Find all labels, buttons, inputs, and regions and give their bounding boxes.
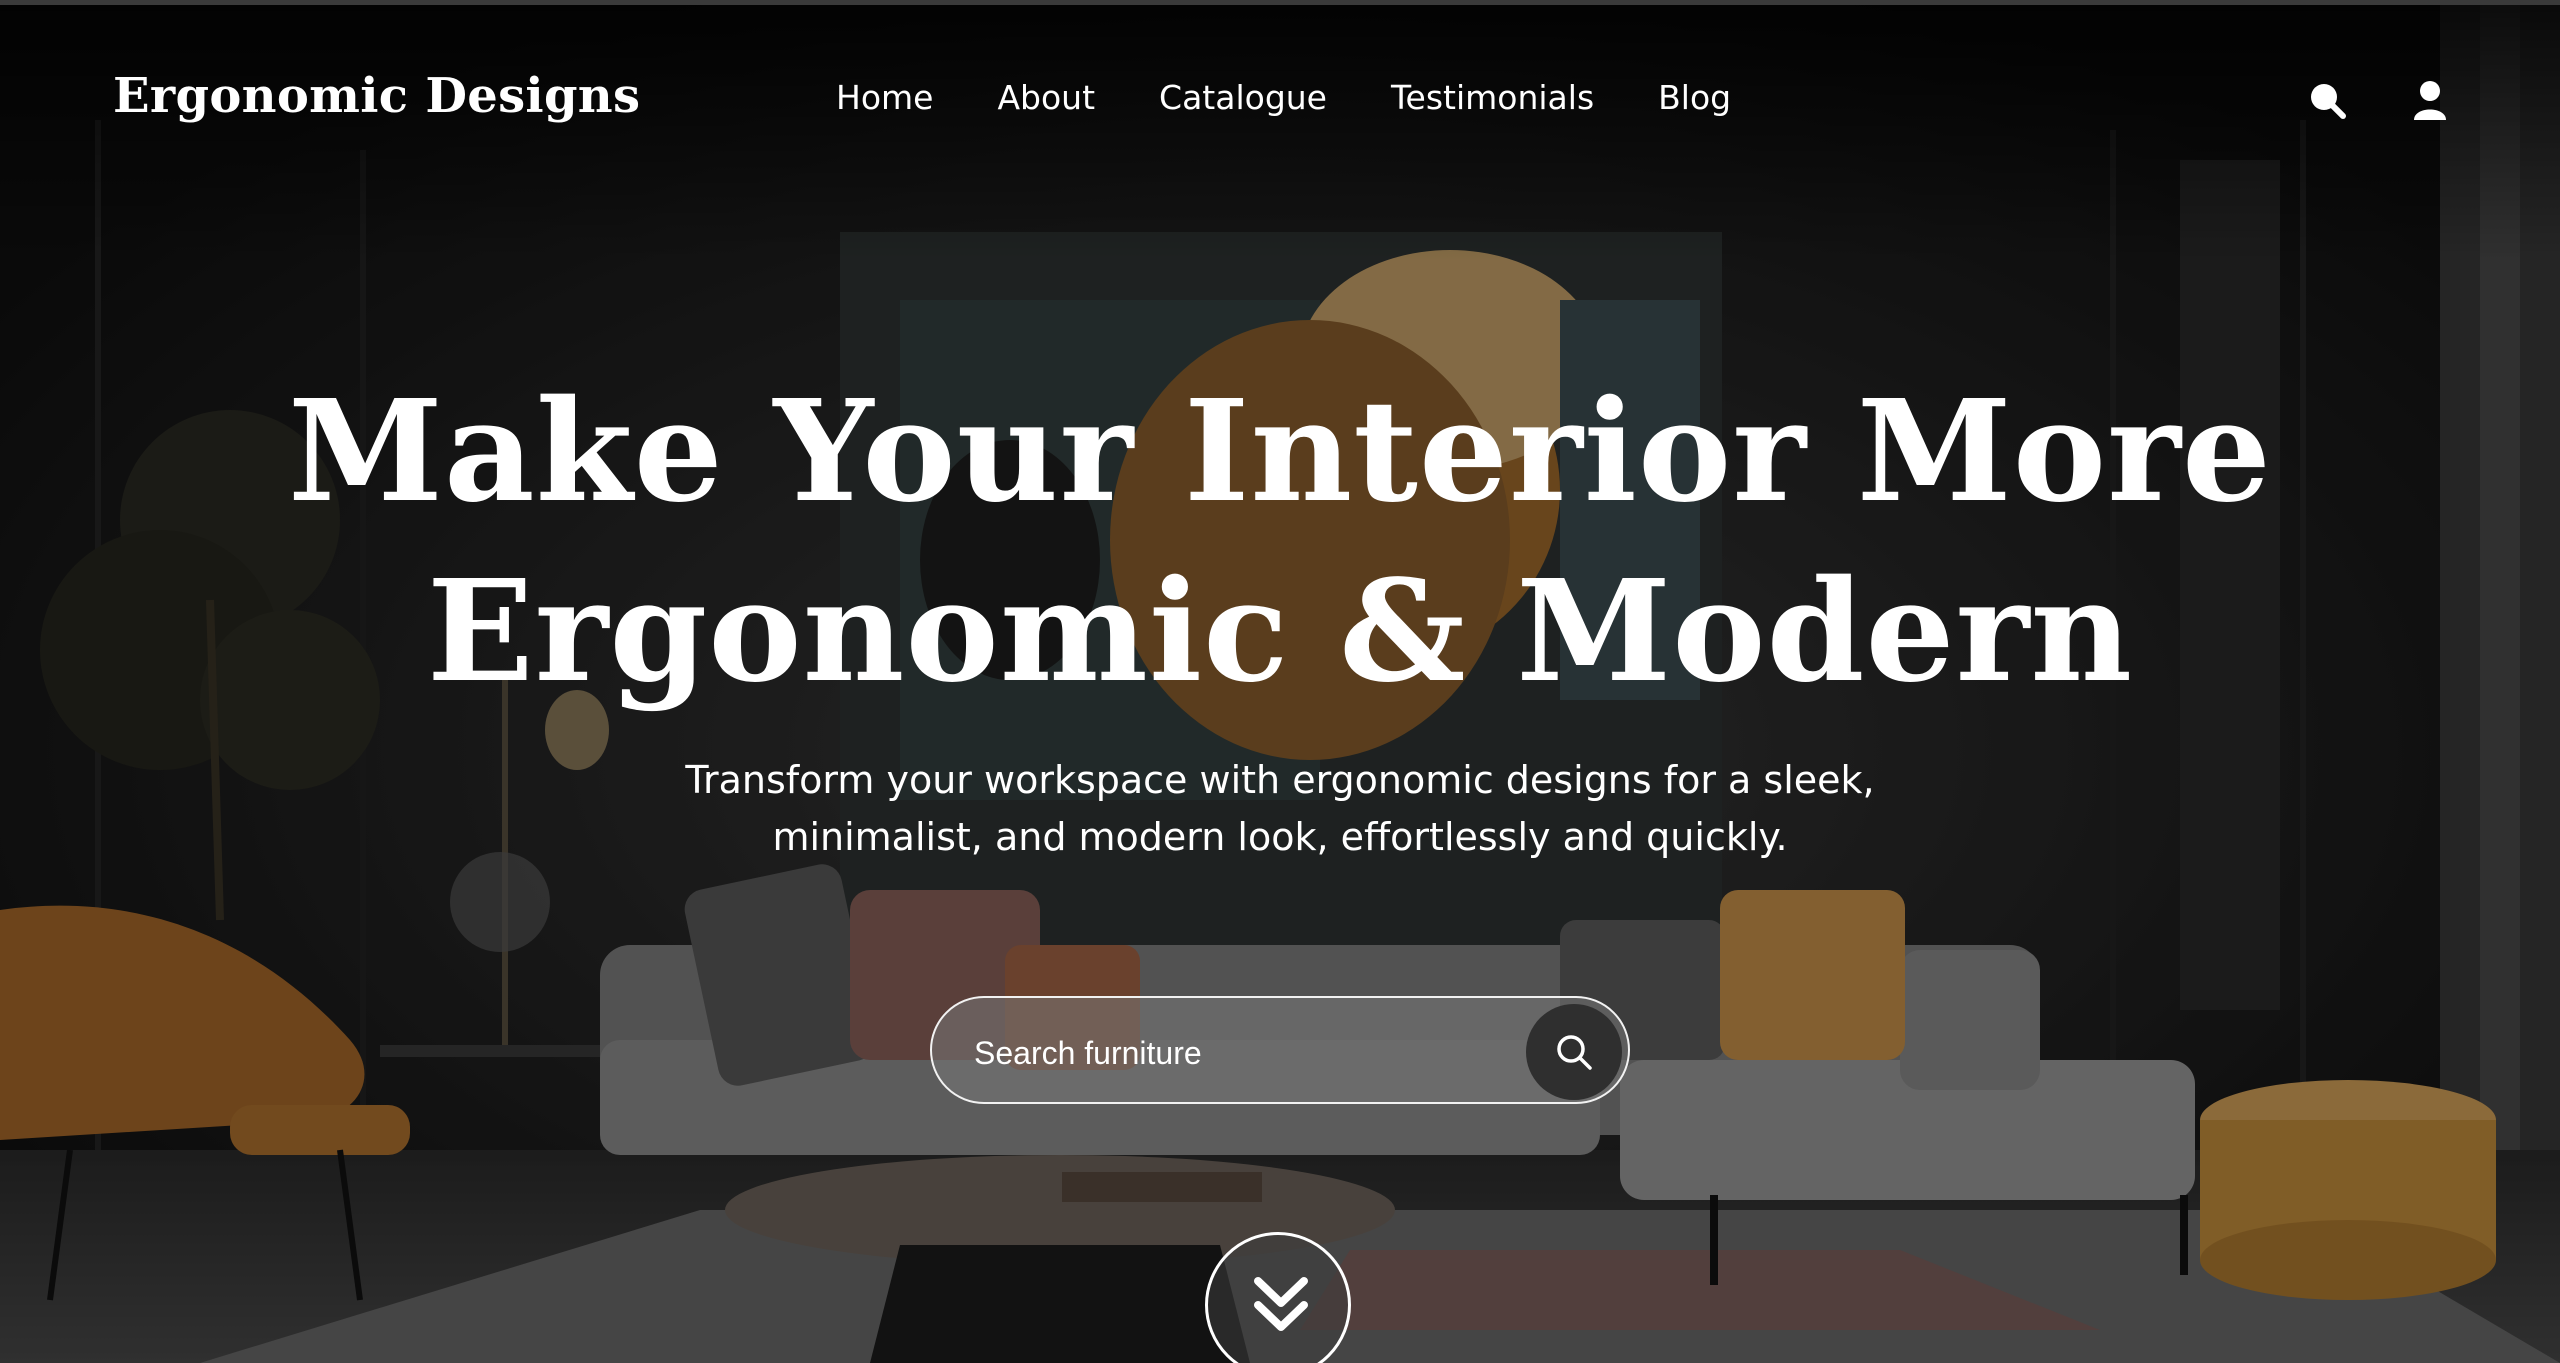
hero-subtitle: Transform your workspace with ergonomic … <box>560 752 2000 866</box>
hero-headline: Make Your Interior More Ergonomic & Mode… <box>0 362 2560 722</box>
nav-item-testimonials[interactable]: Testimonials <box>1391 78 1594 117</box>
double-chevron-down-icon <box>1254 1277 1308 1331</box>
hero-subtitle-line-1: Transform your workspace with ergonomic … <box>685 758 1875 802</box>
window-top-border <box>0 0 2560 5</box>
hero-headline-line-1: Make Your Interior More <box>288 370 2272 534</box>
user-icon[interactable] <box>2408 78 2452 122</box>
furniture-search-bar <box>930 996 1630 1104</box>
nav-item-blog[interactable]: Blog <box>1658 78 1731 117</box>
nav-item-catalogue[interactable]: Catalogue <box>1159 78 1327 117</box>
hero-subtitle-line-2: minimalist, and modern look, effortlessl… <box>772 815 1788 859</box>
search-submit-button[interactable] <box>1526 1004 1622 1100</box>
brand-logo[interactable]: Ergonomic Designs <box>113 68 640 124</box>
hero-section: Ergonomic Designs Home About Catalogue T… <box>0 0 2560 1363</box>
furniture-search-input[interactable] <box>972 1026 1516 1080</box>
magnifier-icon <box>1557 1035 1592 1070</box>
nav-item-about[interactable]: About <box>997 78 1095 117</box>
main-nav: Home About Catalogue Testimonials Blog <box>836 78 1731 117</box>
nav-item-home[interactable]: Home <box>836 78 933 117</box>
hero-headline-line-2: Ergonomic & Modern <box>426 550 2134 714</box>
search-icon[interactable] <box>2305 78 2349 122</box>
